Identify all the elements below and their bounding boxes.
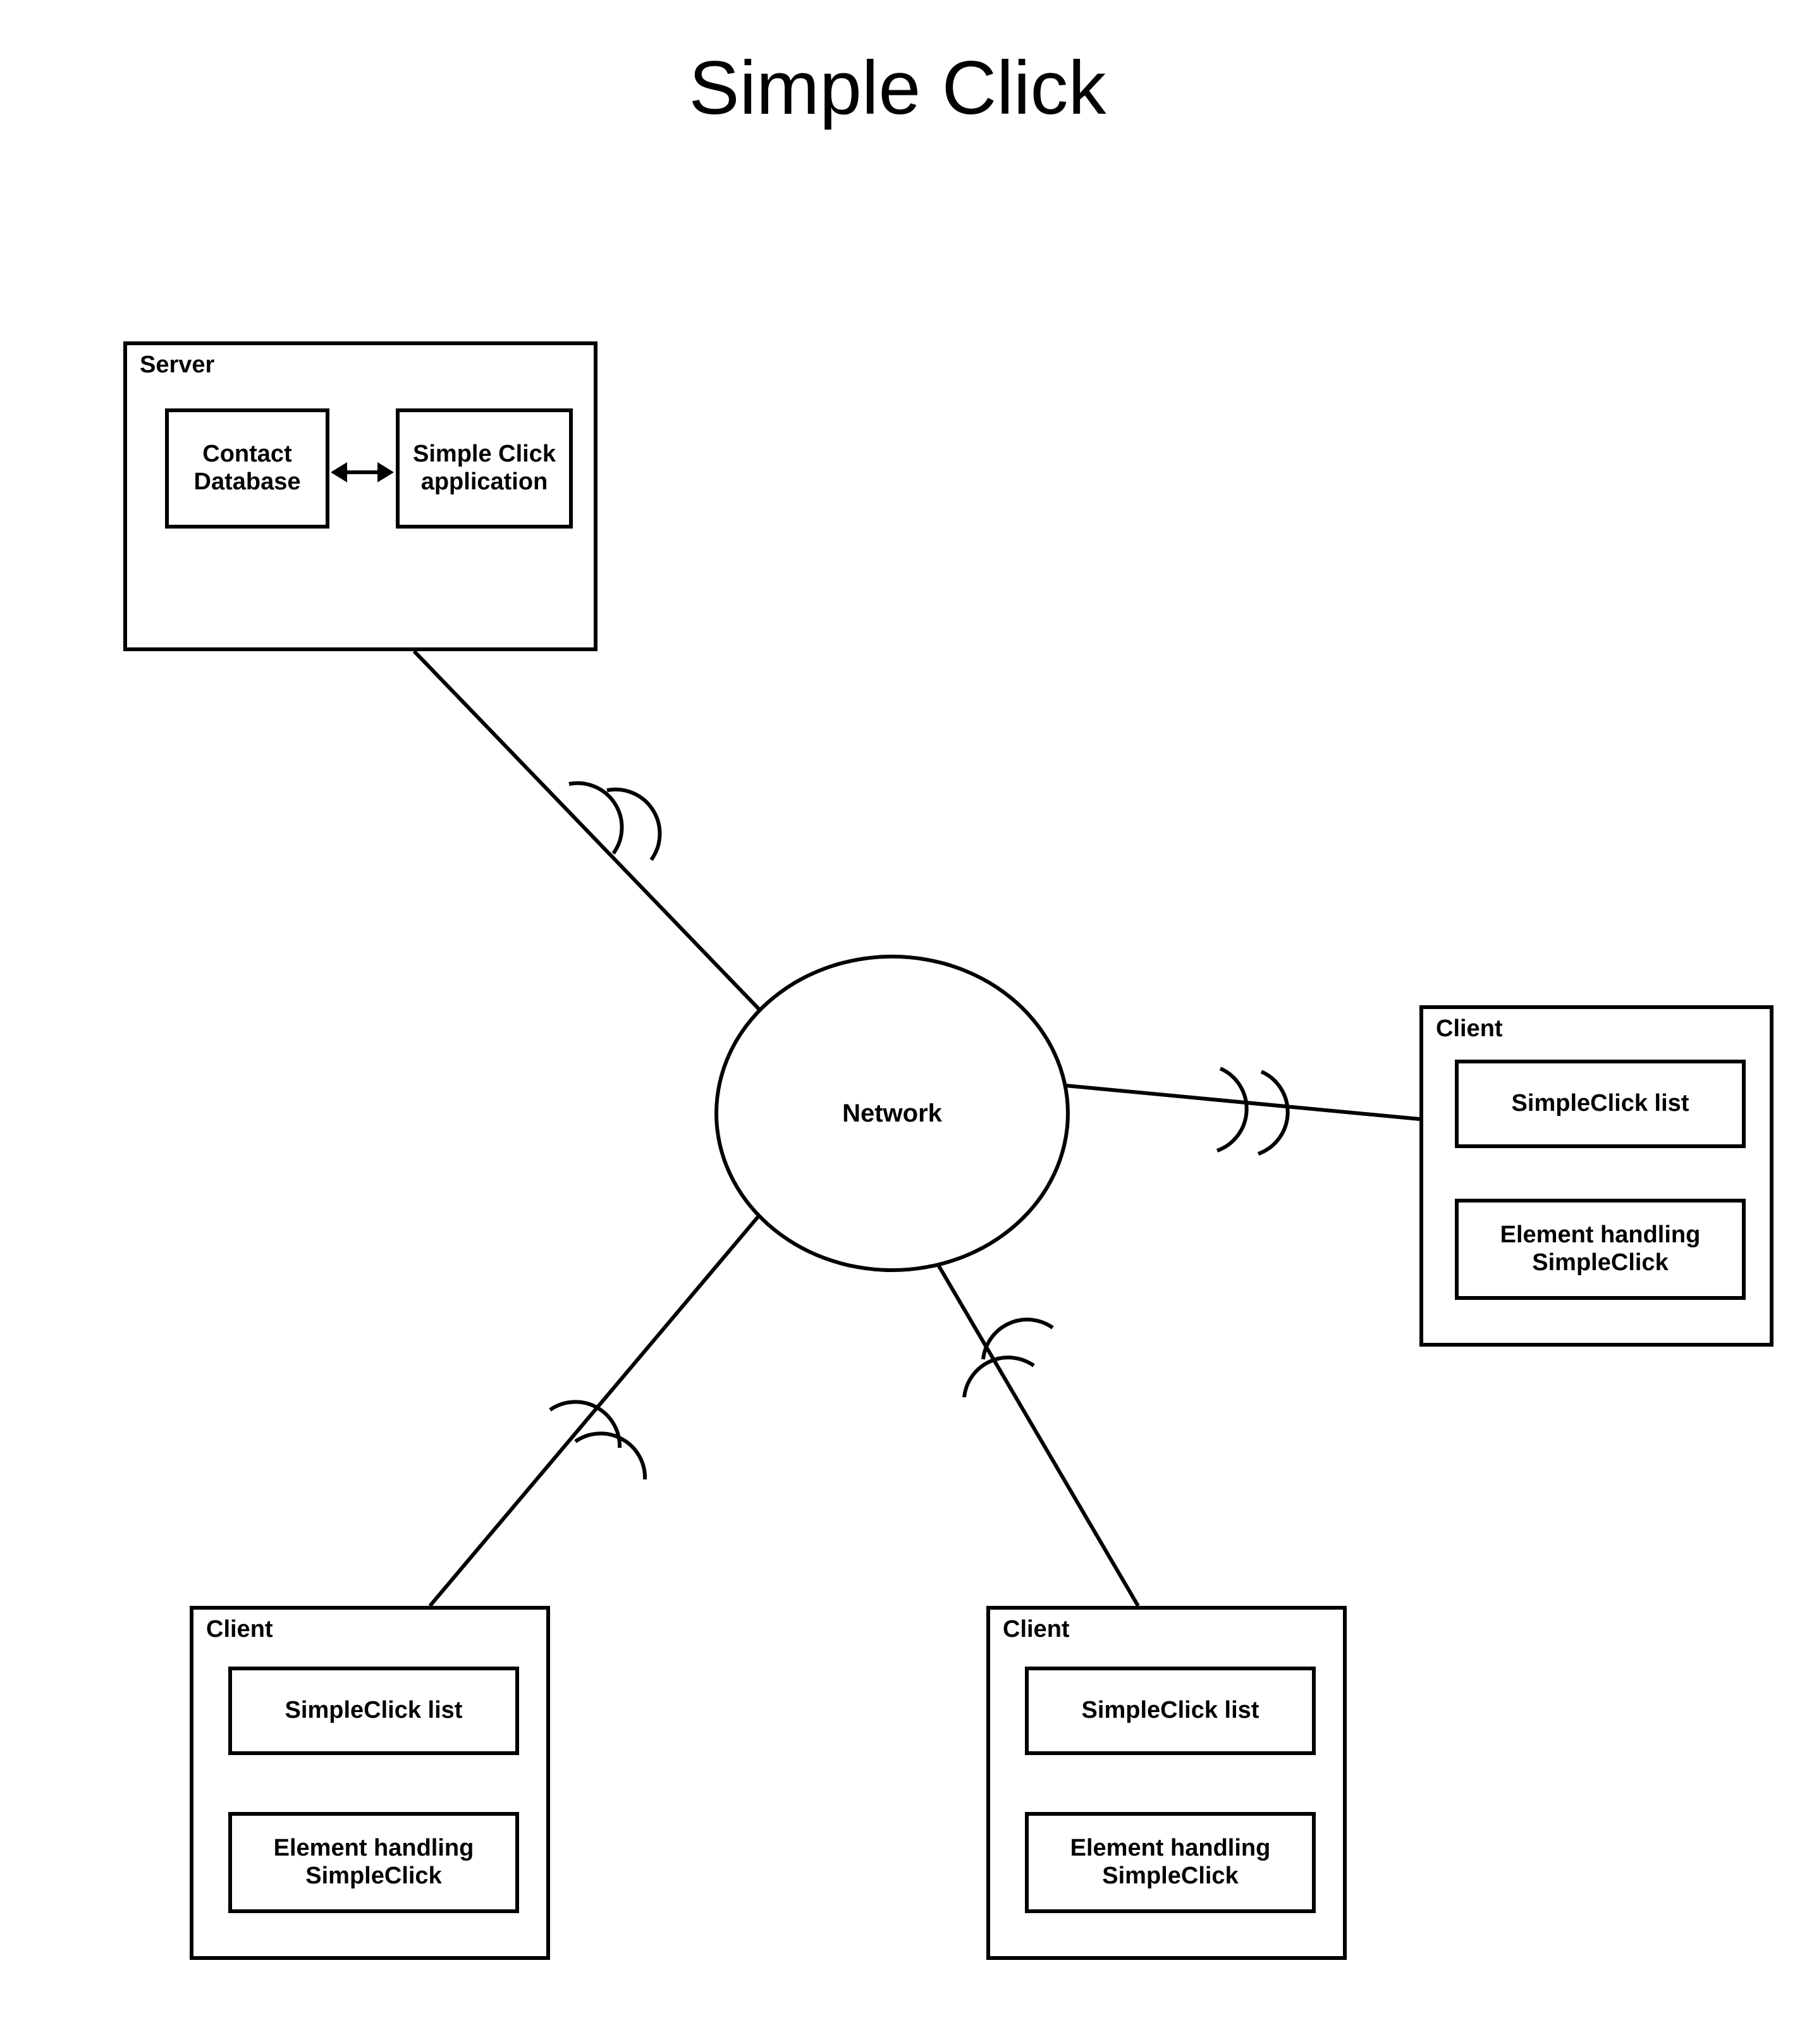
network-node: Network [714,955,1070,1272]
client-label: Client [1436,1015,1503,1043]
client-simpleclick-list: SimpleClick list [228,1667,519,1755]
bidirectional-arrow-icon [331,462,394,482]
server-contact-database-label: Contact Database [175,441,319,496]
diagram-title: Simple Click [0,44,1795,132]
server-box: Server Contact Database Simple Click app… [123,341,597,651]
client-element-handler: Element handling SimpleClick [1455,1199,1746,1300]
server-app-box: Simple Click application [396,408,573,529]
client-box-bottom-middle: Client SimpleClick list Element handling… [986,1606,1347,1960]
client-handler-label: Element handling SimpleClick [1035,1835,1306,1890]
client-box-right: Client SimpleClick list Element handling… [1419,1005,1774,1347]
client-label: Client [1003,1616,1070,1643]
client-label: Client [206,1616,273,1643]
client-element-handler: Element handling SimpleClick [1025,1812,1316,1913]
client-handler-label: Element handling SimpleClick [1465,1221,1736,1276]
client-element-handler: Element handling SimpleClick [228,1812,519,1913]
client-simpleclick-list: SimpleClick list [1455,1060,1746,1148]
server-contact-database: Contact Database [165,408,329,529]
client-list-label: SimpleClick list [285,1697,463,1725]
network-label: Network [842,1099,942,1128]
client-handler-label: Element handling SimpleClick [238,1835,509,1890]
client-box-bottom-left: Client SimpleClick list Element handling… [190,1606,550,1960]
diagram-canvas: Simple Click Server Contact Database [0,0,1795,2044]
client-list-label: SimpleClick list [1082,1697,1259,1725]
server-app-label: Simple Click application [406,441,563,496]
client-list-label: SimpleClick list [1512,1090,1689,1118]
server-label: Server [140,352,214,379]
client-simpleclick-list: SimpleClick list [1025,1667,1316,1755]
